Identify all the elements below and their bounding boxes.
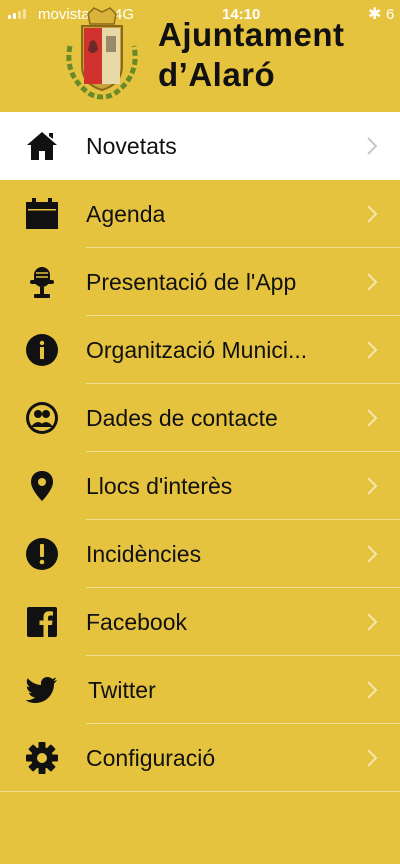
menu-item-agenda[interactable]: Agenda bbox=[0, 180, 400, 248]
chevron-right-icon bbox=[366, 272, 378, 292]
chevron-right-icon bbox=[366, 544, 378, 564]
menu-item-label: Incidències bbox=[86, 540, 202, 567]
menu-item-incidencies[interactable]: Incidències bbox=[0, 520, 400, 588]
menu-item-organitzacio[interactable]: Organització Munici... bbox=[0, 316, 400, 384]
microphone-icon bbox=[24, 265, 60, 299]
gear-icon bbox=[24, 741, 60, 775]
menu-item-label: Configuració bbox=[86, 744, 216, 771]
contacts-icon bbox=[24, 401, 60, 435]
home-icon bbox=[24, 129, 60, 163]
menu-item-label: Organització Munici... bbox=[86, 336, 308, 363]
menu-item-configuracio[interactable]: Configuració bbox=[0, 724, 400, 792]
chevron-right-icon bbox=[366, 748, 378, 768]
menu-item-twitter[interactable]: Twitter bbox=[0, 656, 400, 724]
chevron-right-icon bbox=[366, 340, 378, 360]
facebook-icon bbox=[24, 605, 60, 639]
brand-title-line1: Ajuntament bbox=[158, 16, 345, 53]
menu-item-label: Twitter bbox=[88, 676, 156, 703]
menu-item-label: Llocs d'interès bbox=[86, 472, 233, 499]
menu-item-label: Novetats bbox=[86, 132, 177, 159]
menu-item-label: Dades de contacte bbox=[86, 404, 278, 431]
menu-item-facebook[interactable]: Facebook bbox=[0, 588, 400, 656]
chevron-right-icon bbox=[366, 680, 378, 700]
menu-item-llocs-interes[interactable]: Llocs d'interès bbox=[0, 452, 400, 520]
chevron-right-icon bbox=[366, 408, 378, 428]
chevron-right-icon bbox=[366, 476, 378, 496]
menu-item-novetats[interactable]: Novetats bbox=[0, 112, 400, 180]
menu-item-label: Facebook bbox=[86, 608, 188, 635]
twitter-icon bbox=[24, 673, 60, 707]
brand-title-line2: d’Alaró bbox=[158, 56, 276, 93]
map-pin-icon bbox=[24, 469, 60, 503]
header: Ajuntament d’Alaró bbox=[0, 0, 400, 112]
info-icon bbox=[24, 333, 60, 367]
menu-item-label: Agenda bbox=[86, 200, 166, 227]
menu-item-dades-contacte[interactable]: Dades de contacte bbox=[0, 384, 400, 452]
calendar-icon bbox=[24, 197, 60, 231]
chevron-right-icon bbox=[366, 136, 378, 156]
menu-item-label: Presentació de l'App bbox=[86, 268, 297, 295]
chevron-right-icon bbox=[366, 612, 378, 632]
side-menu: Novetats Agenda Presentació de l'App Org… bbox=[0, 112, 400, 792]
menu-item-presentacio[interactable]: Presentació de l'App bbox=[0, 248, 400, 316]
chevron-right-icon bbox=[366, 204, 378, 224]
coat-of-arms-logo bbox=[60, 6, 144, 100]
alert-icon bbox=[24, 537, 60, 571]
